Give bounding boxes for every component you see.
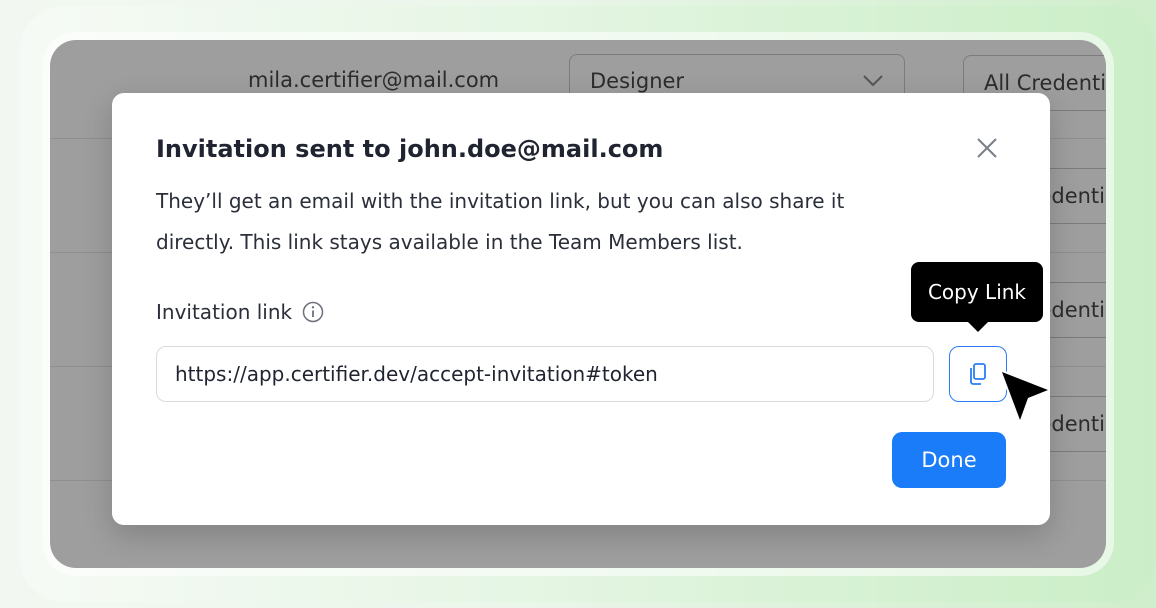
role-select-value: Designer: [590, 69, 685, 93]
copy-icon: [970, 363, 986, 385]
chevron-down-icon: [863, 75, 883, 87]
close-icon: [977, 138, 997, 158]
close-button[interactable]: [972, 133, 1002, 163]
invitation-link-label: Invitation link: [156, 300, 324, 324]
info-icon[interactable]: [302, 301, 324, 323]
credential-select-value: All Credenti: [984, 71, 1106, 95]
modal-title: Invitation sent to john.doe@mail.com: [156, 135, 664, 163]
modal-description: They’ll get an email with the invitation…: [156, 189, 845, 254]
copy-tooltip: Copy Link: [911, 262, 1043, 332]
done-button[interactable]: Done: [892, 432, 1006, 488]
member-email: mila.certifier@mail.com: [248, 68, 500, 92]
invitation-link-input[interactable]: [156, 346, 934, 402]
invitation-modal: Invitation sent to john.doe@mail.com The…: [112, 93, 1050, 525]
field-label-text: Invitation link: [156, 300, 293, 324]
mouse-pointer-icon: [1000, 370, 1050, 422]
